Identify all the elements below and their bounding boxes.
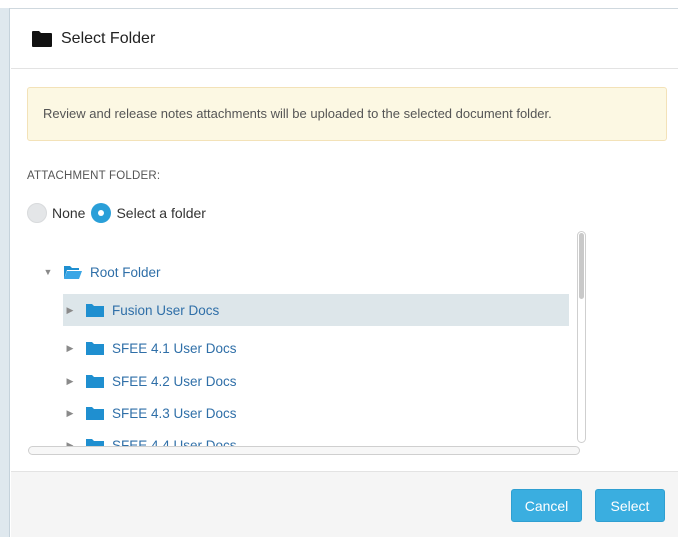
notice-text: Review and release notes attachments wil… bbox=[43, 106, 552, 121]
folder-icon bbox=[31, 30, 53, 48]
folder-icon bbox=[85, 303, 105, 318]
tree-label-root[interactable]: Root Folder bbox=[90, 265, 161, 280]
caret-right-icon[interactable]: ▶ bbox=[63, 408, 77, 419]
caret-right-icon[interactable]: ▶ bbox=[63, 305, 77, 316]
caret-right-icon[interactable]: ▶ bbox=[63, 343, 77, 354]
folder-tree: ▼ Root Folder ▶ Fusion User Docs ▶ SFEE … bbox=[27, 231, 587, 459]
radio-none-label[interactable]: None bbox=[52, 205, 85, 221]
caret-down-icon[interactable]: ▼ bbox=[41, 267, 55, 277]
background-page-top bbox=[0, 0, 678, 8]
tree-row-sfee-4-2[interactable]: ▶ SFEE 4.2 User Docs bbox=[63, 365, 569, 397]
tree-row-sfee-4-1[interactable]: ▶ SFEE 4.1 User Docs bbox=[63, 332, 569, 364]
attachment-folder-radio-group: None Select a folder bbox=[27, 202, 212, 224]
radio-select-a-folder-label[interactable]: Select a folder bbox=[116, 205, 206, 221]
tree-label[interactable]: SFEE 4.3 User Docs bbox=[112, 406, 237, 421]
tree-vertical-scrollbar[interactable] bbox=[577, 231, 586, 443]
open-folder-icon bbox=[63, 265, 83, 280]
caret-right-icon[interactable]: ▶ bbox=[63, 376, 77, 387]
tree-row-fusion-user-docs[interactable]: ▶ Fusion User Docs bbox=[63, 294, 569, 326]
tree-label[interactable]: SFEE 4.1 User Docs bbox=[112, 341, 237, 356]
dialog-header: Select Folder bbox=[11, 9, 678, 69]
radio-none[interactable] bbox=[27, 203, 47, 223]
tree-row-root[interactable]: ▼ Root Folder bbox=[41, 256, 581, 288]
tree-row-sfee-4-3[interactable]: ▶ SFEE 4.3 User Docs bbox=[63, 397, 569, 429]
folder-icon bbox=[85, 406, 105, 421]
select-folder-dialog: Select Folder Review and release notes a… bbox=[11, 9, 678, 537]
tree-label[interactable]: Fusion User Docs bbox=[112, 303, 219, 318]
background-page-edge bbox=[0, 0, 10, 537]
scrollbar-thumb[interactable] bbox=[579, 233, 584, 299]
select-button[interactable]: Select bbox=[595, 489, 665, 522]
folder-icon bbox=[85, 374, 105, 389]
radio-select-a-folder[interactable] bbox=[91, 203, 112, 223]
cancel-button[interactable]: Cancel bbox=[511, 489, 582, 522]
tree-horizontal-scrollbar[interactable] bbox=[28, 446, 580, 455]
info-notice: Review and release notes attachments wil… bbox=[27, 87, 667, 141]
attachment-folder-label: ATTACHMENT FOLDER: bbox=[27, 170, 161, 182]
dialog-title: Select Folder bbox=[61, 29, 156, 47]
folder-icon bbox=[85, 341, 105, 356]
tree-label[interactable]: SFEE 4.2 User Docs bbox=[112, 374, 237, 389]
